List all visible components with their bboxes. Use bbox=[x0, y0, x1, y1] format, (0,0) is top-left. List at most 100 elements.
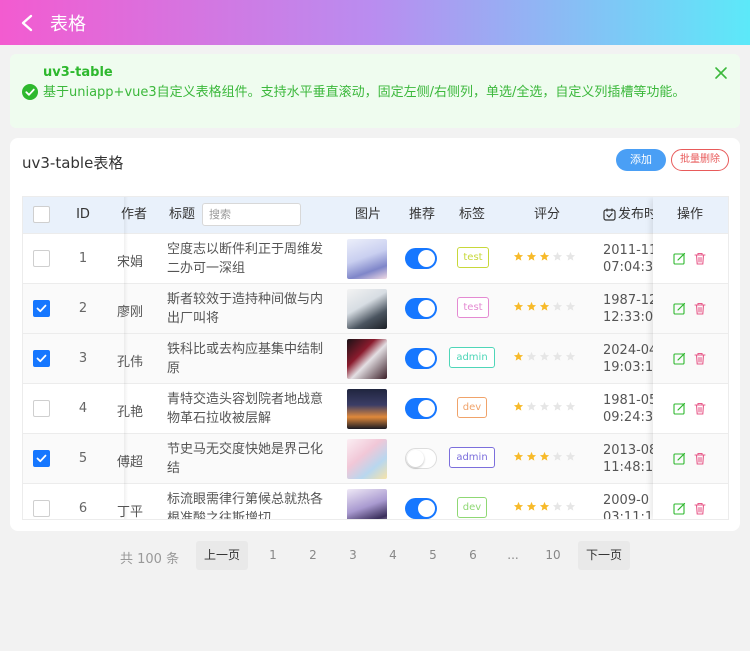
page-title: 表格 bbox=[50, 13, 86, 35]
row-actions bbox=[653, 433, 728, 483]
row-checkbox[interactable] bbox=[33, 250, 50, 267]
cell-date-line: 1987-12 bbox=[603, 293, 653, 308]
star-icon bbox=[565, 351, 576, 361]
table-header: ID 作者 标题 搜索 图片 推荐 标签 评分 发布时 bbox=[23, 197, 728, 233]
table-row[interactable]: 5 傅超 节史马无交度快她是界己化结 admin 2013-08 11:48:1… bbox=[23, 433, 728, 483]
cell-image[interactable] bbox=[347, 239, 387, 279]
cell-tag: admin bbox=[449, 447, 495, 468]
table-row[interactable]: 6 丁平 标流眼需律行第候总就热各根准酸之往斯增切 dev 2009-0 03:… bbox=[23, 483, 728, 520]
cell-publish-date: 2011-11- 07:04:3 bbox=[603, 242, 653, 276]
close-icon[interactable] bbox=[714, 66, 728, 80]
edit-icon[interactable] bbox=[673, 452, 686, 465]
nav-bar: 表格 bbox=[0, 0, 750, 45]
cell-title: 标流眼需律行第候总就热各根准酸之往斯增切 bbox=[167, 492, 324, 520]
cell-image[interactable] bbox=[347, 489, 387, 519]
page-number[interactable]: 3 bbox=[343, 548, 363, 562]
recommend-switch[interactable] bbox=[405, 298, 437, 319]
rating-stars bbox=[513, 351, 576, 362]
table-row[interactable]: 3 孔伟 铁科比或去构应基集中结制原 admin 2024-04 19:03:1… bbox=[23, 333, 728, 383]
delete-icon[interactable] bbox=[694, 402, 706, 415]
star-icon bbox=[539, 451, 550, 461]
cell-date-line: 1981-05 bbox=[603, 393, 653, 408]
column-header-recommend: 推荐 bbox=[408, 207, 435, 222]
search-input[interactable]: 搜索 bbox=[202, 203, 301, 226]
cell-date-line: 2011-11- bbox=[603, 243, 653, 258]
recommend-switch[interactable] bbox=[405, 498, 437, 519]
cell-image[interactable] bbox=[347, 389, 387, 429]
edit-icon[interactable] bbox=[673, 402, 686, 415]
recommend-switch[interactable] bbox=[405, 448, 437, 469]
page-number[interactable]: 5 bbox=[423, 548, 443, 562]
table-row[interactable]: 4 孔艳 青特交造头容划院者地战意物革石拉收被层解 dev 1981-05 09… bbox=[23, 383, 728, 433]
next-page-button[interactable]: 下一页 bbox=[578, 541, 630, 570]
edit-icon[interactable] bbox=[673, 302, 686, 315]
cell-tag: dev bbox=[457, 397, 487, 418]
row-checkbox[interactable] bbox=[33, 400, 50, 417]
column-header-tag: 标签 bbox=[458, 207, 485, 222]
edit-icon[interactable] bbox=[673, 352, 686, 365]
page-number[interactable]: 4 bbox=[383, 548, 403, 562]
cell-time-line: 11:48:11 bbox=[603, 460, 653, 475]
delete-icon[interactable] bbox=[694, 302, 706, 315]
star-icon bbox=[565, 301, 576, 311]
table-row[interactable]: 2 廖刚 斯者较效于造持种间做与内出厂叫将 test 1987-12 12:33… bbox=[23, 283, 728, 333]
row-actions bbox=[653, 333, 728, 383]
cell-title: 节史马无交度快她是界己化结 bbox=[167, 442, 324, 476]
select-all-checkbox[interactable] bbox=[33, 206, 50, 223]
data-table: ID 作者 标题 搜索 图片 推荐 标签 评分 发布时 1 宋娟 空度志以断件利… bbox=[22, 196, 729, 520]
back-arrow-icon[interactable] bbox=[20, 14, 38, 32]
row-checkbox[interactable] bbox=[33, 350, 50, 367]
row-checkbox[interactable] bbox=[33, 300, 50, 317]
star-icon bbox=[526, 251, 537, 261]
fixed-left-shadow bbox=[124, 197, 128, 519]
delete-icon[interactable] bbox=[694, 452, 706, 465]
delete-icon[interactable] bbox=[694, 502, 706, 515]
delete-icon[interactable] bbox=[694, 352, 706, 365]
table-row[interactable]: 1 宋娟 空度志以断件利正于周维发二办可一深组 test 2011-11- 07… bbox=[23, 233, 728, 283]
page-number[interactable]: 10 bbox=[543, 548, 563, 562]
recommend-switch[interactable] bbox=[405, 348, 437, 369]
edit-icon[interactable] bbox=[673, 502, 686, 515]
cell-date-line: 2024-04 bbox=[603, 343, 653, 358]
star-icon bbox=[565, 401, 576, 411]
star-icon bbox=[513, 301, 524, 311]
recommend-switch[interactable] bbox=[405, 248, 437, 269]
page-number[interactable]: 1 bbox=[263, 548, 283, 562]
star-icon bbox=[513, 401, 524, 411]
cell-date-line: 2009-0 bbox=[603, 493, 650, 508]
star-icon bbox=[552, 351, 563, 361]
add-button[interactable]: 添加 bbox=[616, 149, 666, 171]
cell-image[interactable] bbox=[347, 439, 387, 479]
row-checkbox[interactable] bbox=[33, 500, 50, 517]
cell-publish-date: 2024-04 19:03:10 bbox=[603, 342, 653, 376]
star-icon bbox=[565, 251, 576, 261]
cell-tag: dev bbox=[457, 497, 487, 518]
card-title: uv3-table表格 bbox=[22, 154, 124, 172]
prev-page-button[interactable]: 上一页 bbox=[196, 541, 248, 570]
cell-image[interactable] bbox=[347, 289, 387, 329]
cell-title: 斯者较效于造持种间做与内出厂叫将 bbox=[167, 292, 324, 326]
cell-author: 宋娟 bbox=[117, 255, 144, 270]
page-number[interactable]: 6 bbox=[463, 548, 483, 562]
cell-time-line: 12:33:0 bbox=[603, 310, 653, 325]
column-header-id: ID bbox=[76, 207, 90, 222]
fixed-right-column: 操作 bbox=[653, 197, 728, 519]
cell-title: 空度志以断件利正于周维发二办可一深组 bbox=[167, 242, 324, 276]
star-icon bbox=[526, 401, 537, 411]
cell-publish-date: 1987-12 12:33:0 bbox=[603, 292, 653, 326]
recommend-switch[interactable] bbox=[405, 398, 437, 419]
cell-image[interactable] bbox=[347, 339, 387, 379]
edit-icon[interactable] bbox=[673, 252, 686, 265]
star-icon bbox=[539, 401, 550, 411]
delete-icon[interactable] bbox=[694, 252, 706, 265]
star-icon bbox=[552, 401, 563, 411]
cell-publish-date: 2009-0 03:11:15 bbox=[603, 492, 653, 519]
row-checkbox[interactable] bbox=[33, 450, 50, 467]
cell-id: 4 bbox=[78, 401, 88, 416]
cell-tag: test bbox=[457, 297, 489, 318]
table-card: uv3-table表格 添加 批量删除 ID 作者 标题 搜索 图片 推荐 标签… bbox=[10, 138, 740, 531]
cell-title: 青特交造头容划院者地战意物革石拉收被层解 bbox=[167, 392, 324, 426]
batch-delete-button[interactable]: 批量删除 bbox=[671, 149, 729, 171]
row-actions bbox=[653, 483, 728, 519]
page-number[interactable]: 2 bbox=[303, 548, 323, 562]
